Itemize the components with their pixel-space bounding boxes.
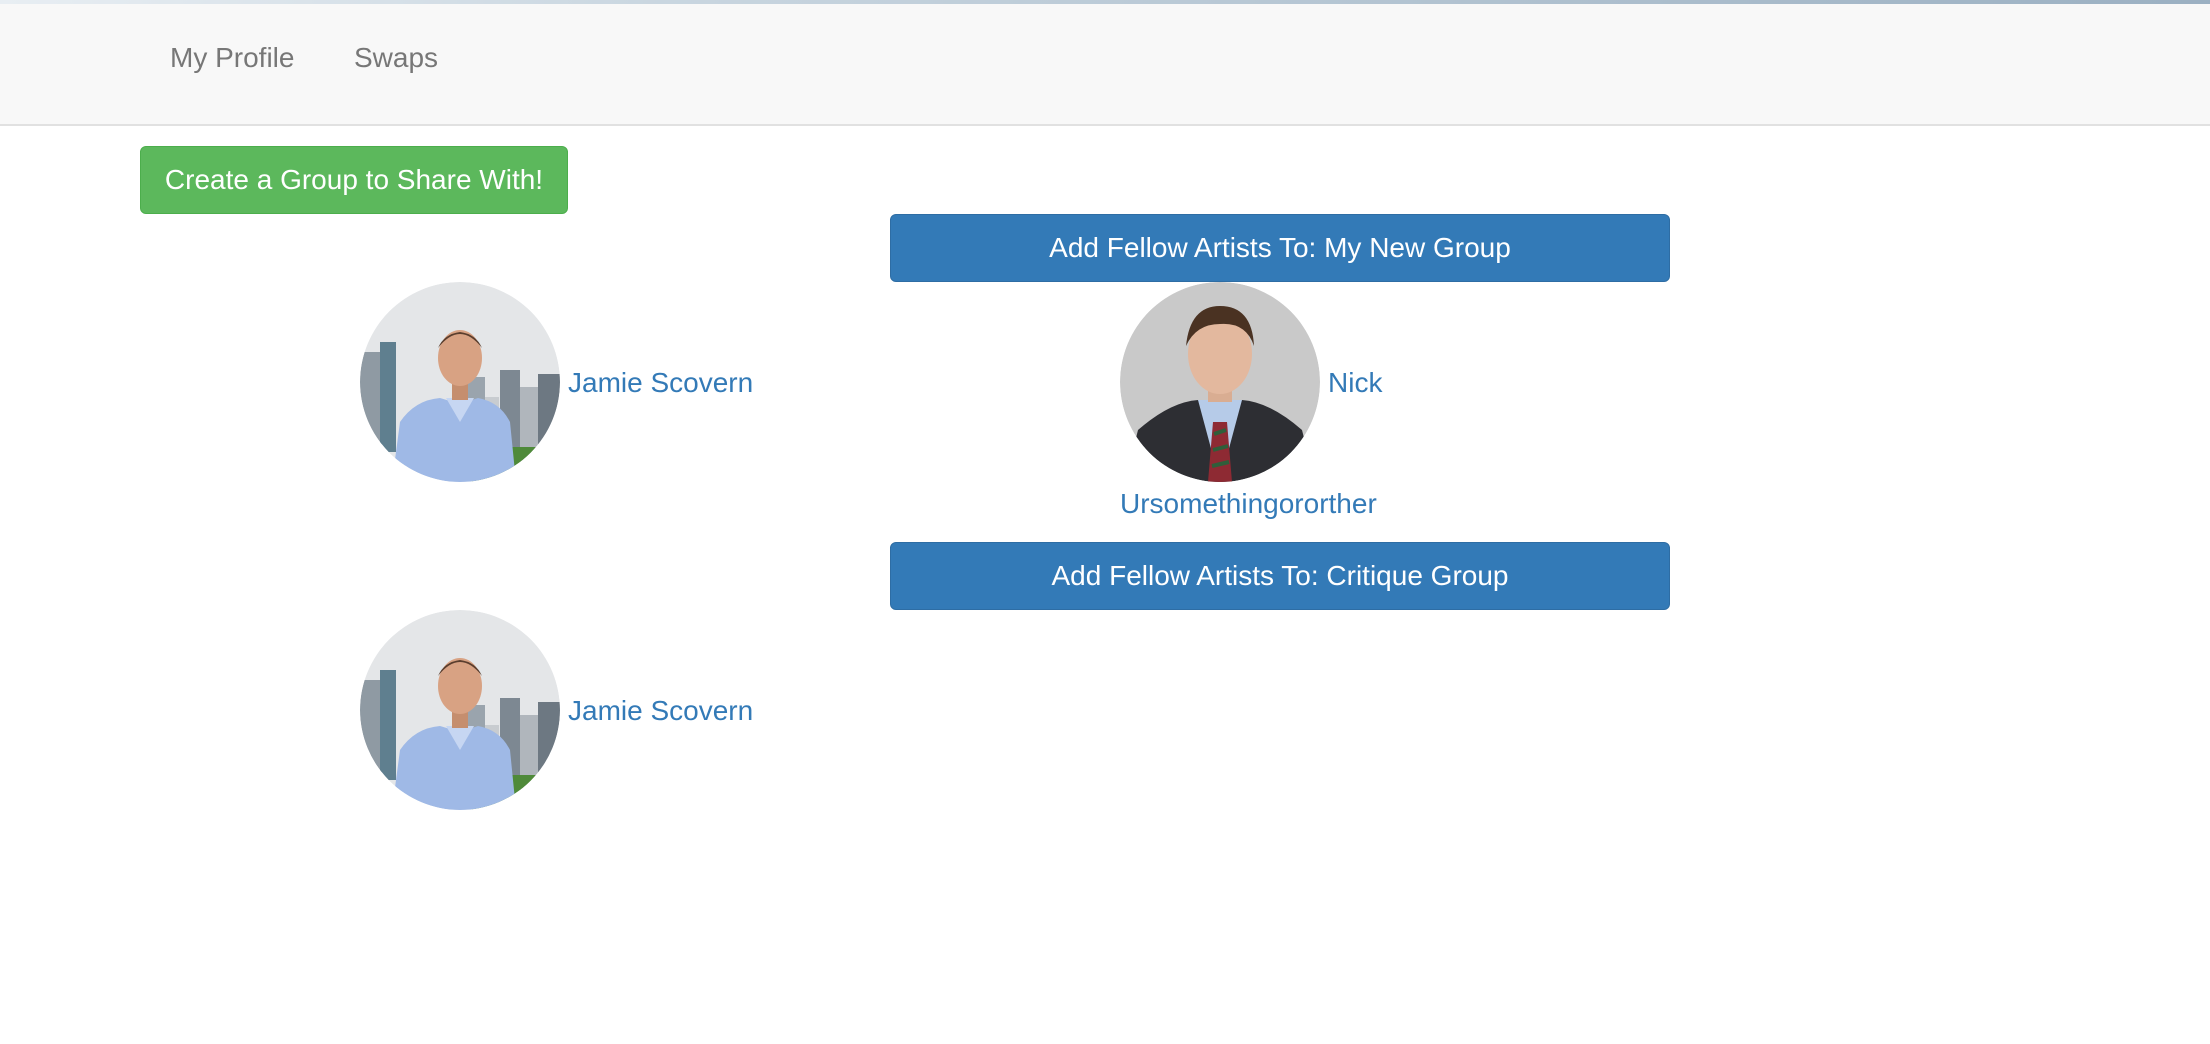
artist-name-jamie-scovern[interactable]: Jamie Scovern <box>568 365 753 401</box>
nav-my-profile[interactable]: My Profile <box>170 36 294 80</box>
avatar-jamie-scovern[interactable] <box>360 610 560 810</box>
avatar-jamie-scovern[interactable] <box>360 282 560 482</box>
add-artists-critique-group-button[interactable]: Add Fellow Artists To: Critique Group <box>890 542 1670 610</box>
artist-name-jamie-scovern[interactable]: Jamie Scovern <box>568 693 753 729</box>
avatar-nick[interactable] <box>1120 282 1320 482</box>
artist-name-nick[interactable]: Nick <box>1328 365 1382 401</box>
create-group-button[interactable]: Create a Group to Share With! <box>140 146 568 214</box>
nav-swaps[interactable]: Swaps <box>354 36 438 80</box>
navbar: My Profile Swaps <box>0 4 2210 126</box>
artist-name-nick-line2[interactable]: Ursomethingororther <box>1120 486 1377 522</box>
add-artists-my-new-group-button[interactable]: Add Fellow Artists To: My New Group <box>890 214 1670 282</box>
